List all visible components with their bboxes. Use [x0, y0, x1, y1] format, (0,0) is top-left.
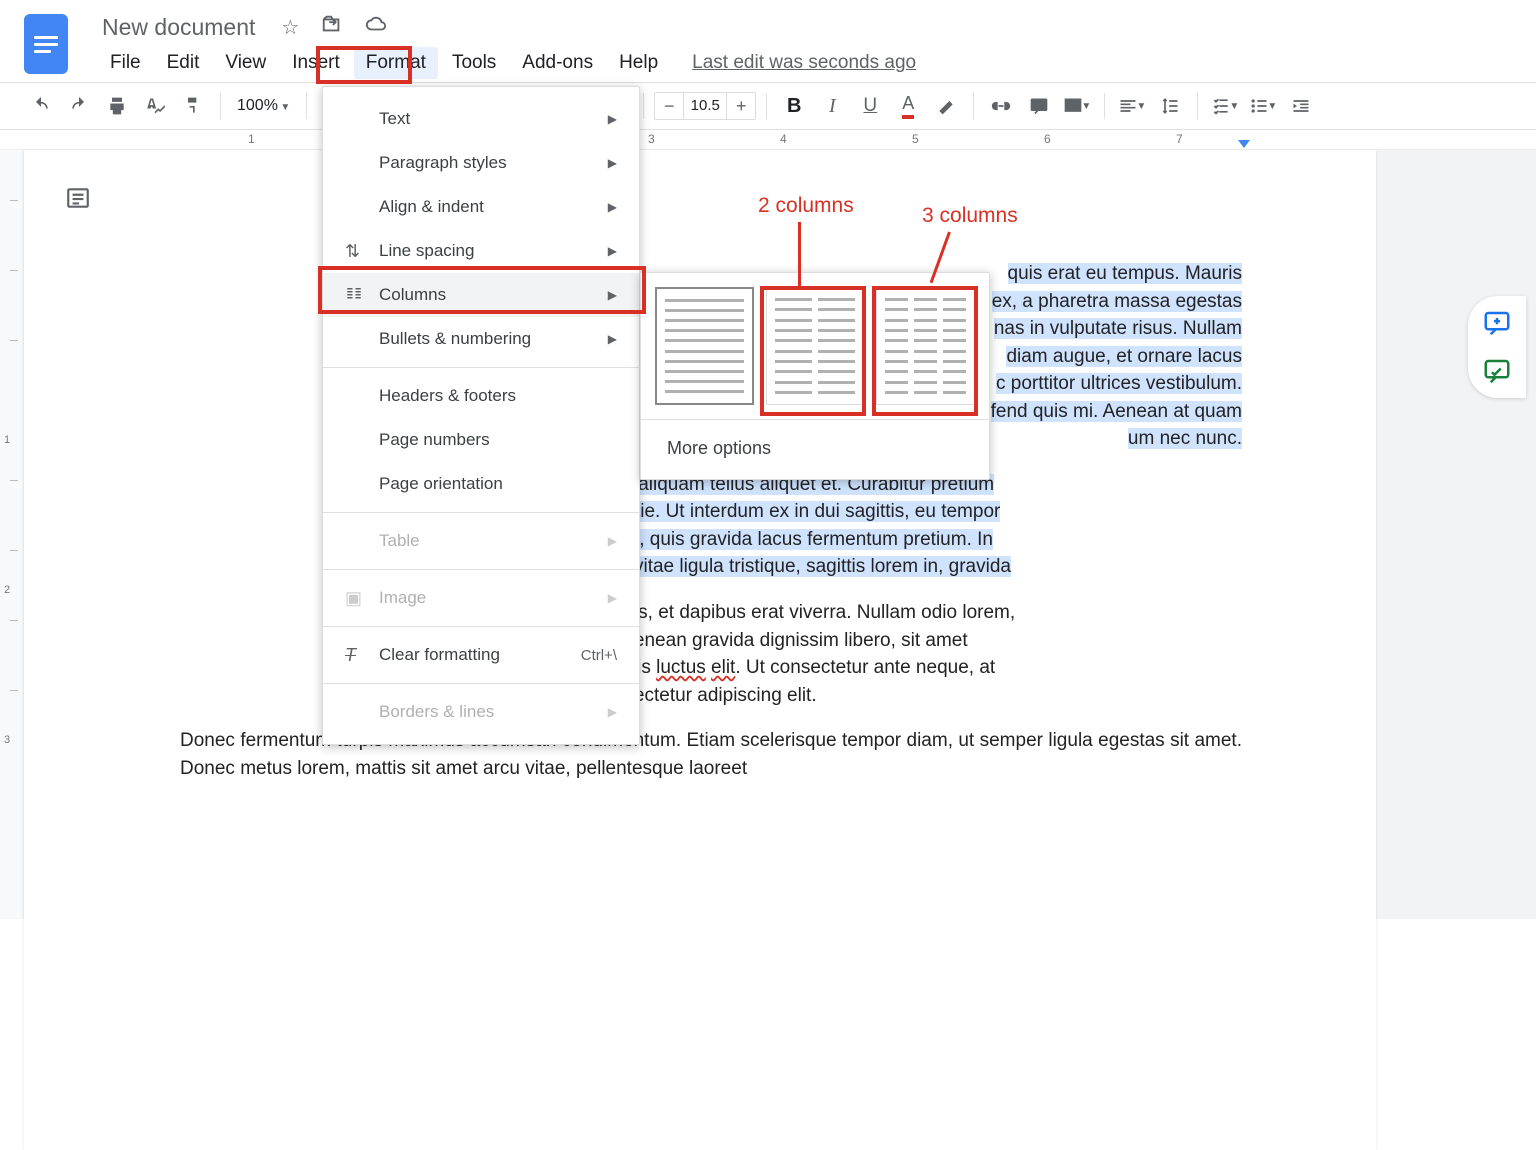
spellcheck-button[interactable]	[138, 89, 172, 123]
ruler-tick-7: 7	[1176, 132, 1183, 146]
checklist-button[interactable]: ▼	[1208, 89, 1242, 123]
format-menu-headers-footers[interactable]: Headers & footers	[323, 374, 639, 418]
font-size-control: − 10.5 +	[654, 92, 756, 120]
menu-view[interactable]: View	[213, 47, 278, 79]
menu-addons[interactable]: Add-ons	[510, 47, 605, 79]
toolbar: 100% ▼ − 10.5 + B I U A ▼ ▼ ▼ ▼	[0, 82, 1536, 130]
format-menu: Text▶ Paragraph styles▶ Align & indent▶ …	[322, 86, 640, 745]
annotation-3col-label: 3 columns	[922, 204, 1018, 228]
move-icon[interactable]	[321, 13, 343, 41]
format-menu-bullets-numbering[interactable]: Bullets & numbering▶	[323, 317, 639, 361]
underline-button[interactable]: U	[853, 89, 887, 123]
line-spacing-icon: ⇅	[345, 241, 360, 262]
annotation-2col-line	[798, 222, 801, 286]
font-size-increase[interactable]: +	[727, 96, 755, 117]
columns-icon	[345, 285, 363, 308]
format-menu-page-orientation[interactable]: Page orientation	[323, 462, 639, 506]
ruler-tick-6: 6	[1044, 132, 1051, 146]
ruler-tick-4: 4	[780, 132, 787, 146]
bold-button[interactable]: B	[777, 89, 811, 123]
format-menu-align-indent[interactable]: Align & indent▶	[323, 185, 639, 229]
menu-tools[interactable]: Tools	[440, 47, 508, 79]
format-menu-line-spacing[interactable]: ⇅Line spacing▶	[323, 229, 639, 273]
document-area: 1 2 3 quis erat eu tempus. Mauris ex, a …	[0, 150, 1536, 919]
highlight-button[interactable]	[929, 89, 963, 123]
format-menu-clear-formatting[interactable]: TClear formattingCtrl+\	[323, 633, 639, 677]
columns-option-1[interactable]	[655, 287, 754, 405]
format-menu-text[interactable]: Text▶	[323, 97, 639, 141]
docs-logo[interactable]	[24, 14, 68, 74]
format-menu-page-numbers[interactable]: Page numbers	[323, 418, 639, 462]
text-color-button[interactable]: A	[891, 89, 925, 123]
ruler-right-indent-marker[interactable]	[1238, 140, 1250, 148]
annotation-2col-label: 2 columns	[758, 194, 854, 218]
format-menu-paragraph-styles[interactable]: Paragraph styles▶	[323, 141, 639, 185]
suggest-edits-side-button[interactable]	[1482, 356, 1512, 386]
menu-help[interactable]: Help	[607, 47, 670, 79]
ruler-tick-3: 3	[648, 132, 655, 146]
menu-format[interactable]: Format	[354, 47, 438, 79]
format-menu-image: ▣Image▶	[323, 576, 639, 620]
last-edit-link[interactable]: Last edit was seconds ago	[692, 52, 916, 74]
print-button[interactable]	[100, 89, 134, 123]
insert-link-button[interactable]	[984, 89, 1018, 123]
cloud-status-icon[interactable]	[365, 13, 387, 41]
format-menu-table: Table▶	[323, 519, 639, 563]
star-icon[interactable]: ☆	[281, 15, 299, 40]
font-size-decrease[interactable]: −	[655, 96, 683, 117]
columns-submenu: More options	[640, 272, 990, 480]
paint-format-button[interactable]	[176, 89, 210, 123]
horizontal-ruler[interactable]: 1 3 4 5 6 7	[0, 130, 1536, 150]
clear-formatting-icon: T	[345, 645, 356, 666]
font-size-value[interactable]: 10.5	[683, 93, 727, 119]
undo-button[interactable]	[24, 89, 58, 123]
vertical-ruler[interactable]: 1 2 3	[0, 150, 22, 919]
add-comment-button[interactable]	[1022, 89, 1056, 123]
italic-button[interactable]: I	[815, 89, 849, 123]
outline-toggle-button[interactable]	[60, 180, 96, 216]
document-title[interactable]: New document	[102, 14, 255, 41]
line-spacing-button[interactable]	[1153, 89, 1187, 123]
align-button[interactable]: ▼	[1115, 89, 1149, 123]
columns-option-2[interactable]	[766, 287, 865, 405]
ruler-tick-5: 5	[912, 132, 919, 146]
bulleted-list-button[interactable]: ▼	[1246, 89, 1280, 123]
insert-image-button[interactable]: ▼	[1060, 89, 1094, 123]
docs-logo-icon	[34, 32, 58, 57]
menu-edit[interactable]: Edit	[155, 47, 212, 79]
format-menu-columns[interactable]: Columns▶	[323, 273, 639, 317]
add-comment-side-button[interactable]	[1482, 308, 1512, 338]
title-bar: New document ☆	[0, 0, 1536, 44]
columns-more-options[interactable]: More options	[641, 419, 989, 469]
menu-file[interactable]: File	[98, 47, 153, 79]
image-icon: ▣	[345, 588, 362, 609]
menu-insert[interactable]: Insert	[280, 47, 352, 79]
menu-bar: File Edit View Insert Format Tools Add-o…	[0, 44, 1536, 82]
side-actions	[1468, 296, 1526, 398]
ruler-tick-1: 1	[248, 132, 255, 146]
zoom-select[interactable]: 100% ▼	[231, 97, 296, 115]
decrease-indent-button[interactable]	[1284, 89, 1318, 123]
format-menu-borders-lines: Borders & lines▶	[323, 690, 639, 734]
redo-button[interactable]	[62, 89, 96, 123]
columns-option-3[interactable]	[876, 287, 975, 405]
